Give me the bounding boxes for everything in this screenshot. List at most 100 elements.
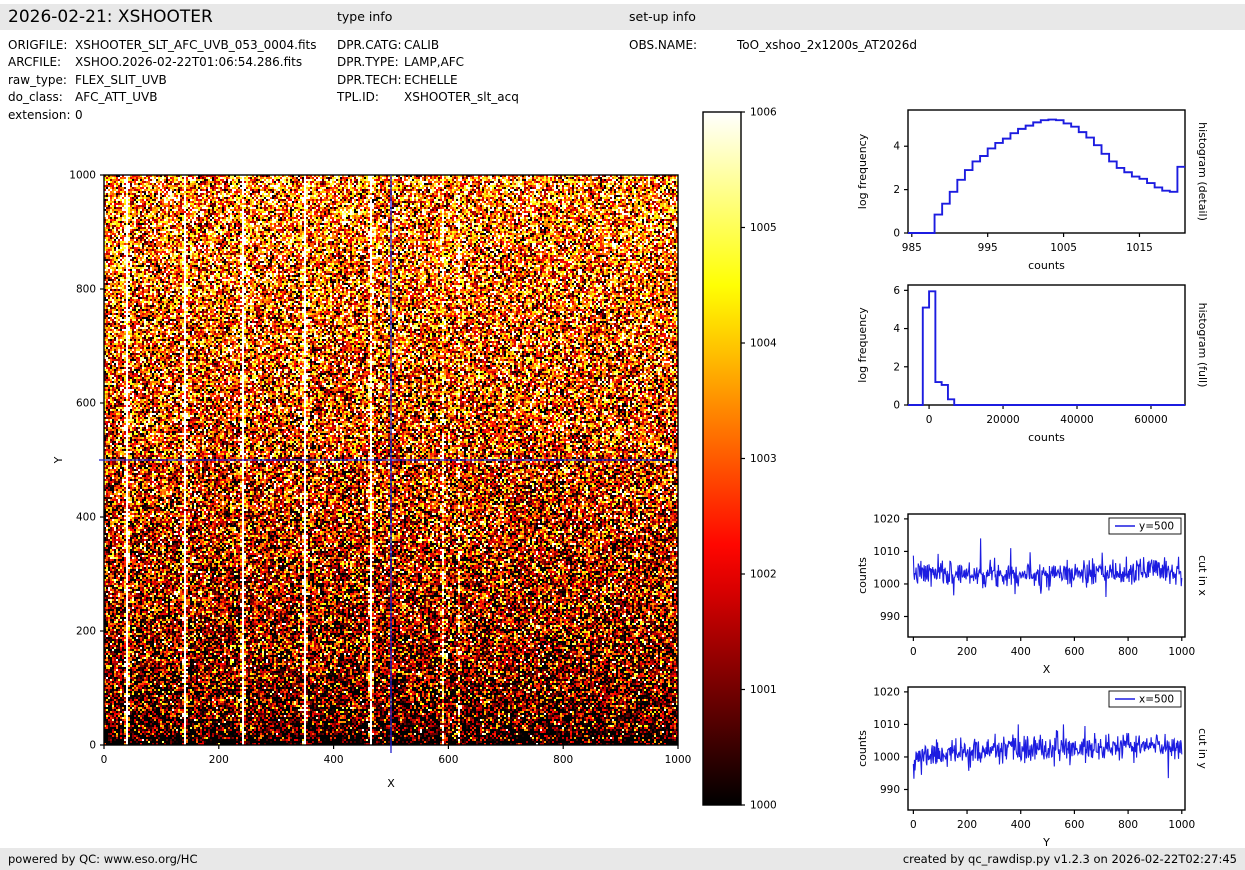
field-label: OBS.NAME:	[629, 37, 737, 54]
svg-text:0: 0	[910, 646, 917, 658]
field-value: LAMP,AFC	[404, 55, 464, 69]
histogram-detail-plot-step-line	[908, 120, 1185, 233]
svg-text:X: X	[1043, 663, 1051, 676]
svg-text:990: 990	[880, 784, 900, 796]
field-label: raw_type:	[8, 72, 75, 89]
field-label: ARCFILE:	[8, 54, 75, 71]
type-info-row: DPR.CATG:CALIB	[337, 37, 519, 54]
file-info-row: extension:0	[8, 107, 316, 124]
svg-text:0: 0	[893, 228, 900, 240]
svg-text:1005: 1005	[750, 222, 777, 234]
svg-text:cut in y: cut in y	[1196, 728, 1209, 769]
svg-text:400: 400	[1011, 646, 1031, 658]
svg-text:1010: 1010	[873, 719, 900, 731]
colorbar: 1000 1001 1002 1003 1004 1005 1006	[703, 107, 777, 812]
footer-bar: powered by QC: www.eso.org/HC created by…	[0, 848, 1245, 870]
svg-text:cut in x: cut in x	[1196, 555, 1209, 596]
svg-text:1020: 1020	[873, 686, 900, 698]
setup-info-row: OBS.NAME:ToO_xshoo_2x1200s_AT2026d	[629, 37, 917, 54]
svg-text:0: 0	[926, 414, 933, 426]
svg-text:60000: 60000	[1134, 414, 1167, 426]
svg-text:Y: Y	[52, 456, 65, 464]
field-label: extension:	[8, 107, 75, 124]
histogram-full-plot-step-line	[908, 291, 1185, 405]
svg-text:1000: 1000	[69, 170, 96, 182]
svg-text:800: 800	[1118, 646, 1138, 658]
svg-text:200: 200	[957, 646, 977, 658]
svg-text:log frequency: log frequency	[856, 133, 869, 209]
svg-text:400: 400	[1011, 819, 1031, 831]
svg-text:X: X	[387, 777, 395, 790]
field-label: DPR.CATG:	[337, 37, 404, 54]
field-value: XSHOOTER_slt_acq	[404, 90, 519, 104]
svg-text:1005: 1005	[1050, 242, 1077, 254]
type-info-row: DPR.TECH:ECHELLE	[337, 72, 519, 89]
svg-text:1000: 1000	[750, 800, 777, 812]
qc-report-page: 2026-02-21: XSHOOTER type info set-up in…	[0, 0, 1245, 870]
svg-text:counts: counts	[856, 730, 869, 767]
svg-text:1003: 1003	[750, 453, 777, 465]
svg-text:990: 990	[880, 611, 900, 623]
svg-text:1004: 1004	[750, 338, 777, 350]
svg-text:counts: counts	[1028, 259, 1065, 272]
field-label: DPR.TECH:	[337, 72, 404, 89]
footer-created-by: created by qc_rawdisp.py v1.2.3 on 2026-…	[903, 848, 1237, 870]
field-value: AFC_ATT_UVB	[75, 90, 157, 104]
field-value: FLEX_SLIT_UVB	[75, 73, 167, 87]
svg-text:600: 600	[438, 754, 458, 766]
cut-in-x-plot-legend: y=500	[1109, 518, 1181, 534]
svg-text:0: 0	[89, 740, 96, 752]
setup-info-block: OBS.NAME:ToO_xshoo_2x1200s_AT2026d	[629, 37, 917, 54]
svg-text:200: 200	[209, 754, 229, 766]
footer-powered-by: powered by QC: www.eso.org/HC	[8, 848, 197, 870]
title-bar: 2026-02-21: XSHOOTER type info set-up in…	[0, 4, 1245, 30]
svg-text:200: 200	[957, 819, 977, 831]
svg-text:800: 800	[76, 284, 96, 296]
svg-text:1000: 1000	[873, 578, 900, 590]
svg-text:400: 400	[324, 754, 344, 766]
svg-text:200: 200	[76, 626, 96, 638]
svg-text:4: 4	[893, 141, 900, 153]
svg-text:1000: 1000	[1168, 819, 1195, 831]
file-info-row: ORIGFILE:XSHOOTER_SLT_AFC_UVB_053_0004.f…	[8, 37, 316, 54]
cut-in-y-plot-legend: x=500	[1109, 691, 1181, 707]
svg-text:log frequency: log frequency	[856, 307, 869, 383]
svg-text:40000: 40000	[1060, 414, 1093, 426]
file-info-row: do_class:AFC_ATT_UVB	[8, 89, 316, 106]
svg-text:1002: 1002	[750, 569, 777, 581]
svg-text:histogram (detail): histogram (detail)	[1196, 122, 1209, 221]
setup-info-heading: set-up info	[629, 4, 696, 30]
svg-text:0: 0	[101, 754, 108, 766]
svg-text:counts: counts	[1028, 431, 1065, 444]
field-label: do_class:	[8, 89, 75, 106]
svg-text:1006: 1006	[750, 107, 777, 119]
svg-text:800: 800	[553, 754, 573, 766]
field-value: XSHOO.2026-02-22T01:06:54.286.fits	[75, 55, 302, 69]
field-value: XSHOOTER_SLT_AFC_UVB_053_0004.fits	[75, 38, 316, 52]
cut-in-x-plot: 02004006008001000990100010101020Xcountsc…	[856, 513, 1209, 676]
svg-text:1000: 1000	[1168, 646, 1195, 658]
histogram-detail-plot: 98599510051015024countslog frequencyhist…	[856, 110, 1209, 272]
svg-text:1000: 1000	[665, 754, 692, 766]
svg-text:1010: 1010	[873, 546, 900, 558]
svg-text:600: 600	[1064, 819, 1084, 831]
svg-text:histogram (full): histogram (full)	[1196, 303, 1209, 388]
field-label: ORIGFILE:	[8, 37, 75, 54]
svg-text:1000: 1000	[873, 751, 900, 763]
svg-text:6: 6	[893, 285, 900, 297]
field-label: TPL.ID:	[337, 89, 404, 106]
svg-text:0: 0	[910, 819, 917, 831]
svg-text:995: 995	[978, 242, 998, 254]
svg-text:x=500: x=500	[1139, 694, 1174, 706]
histogram-full-plot: 02000040000600000246countslog frequencyh…	[856, 285, 1209, 444]
report-title: 2026-02-21: XSHOOTER	[8, 4, 213, 30]
file-info-row: ARCFILE:XSHOO.2026-02-22T01:06:54.286.fi…	[8, 54, 316, 71]
field-label: DPR.TYPE:	[337, 54, 404, 71]
cut-in-y-plot: 02004006008001000990100010101020Ycountsc…	[856, 686, 1209, 849]
svg-text:20000: 20000	[986, 414, 1019, 426]
raw-frame-image	[104, 175, 678, 745]
field-value: ToO_xshoo_2x1200s_AT2026d	[737, 38, 917, 52]
svg-text:985: 985	[902, 242, 922, 254]
type-info-heading: type info	[337, 4, 392, 30]
svg-text:1001: 1001	[750, 684, 777, 696]
